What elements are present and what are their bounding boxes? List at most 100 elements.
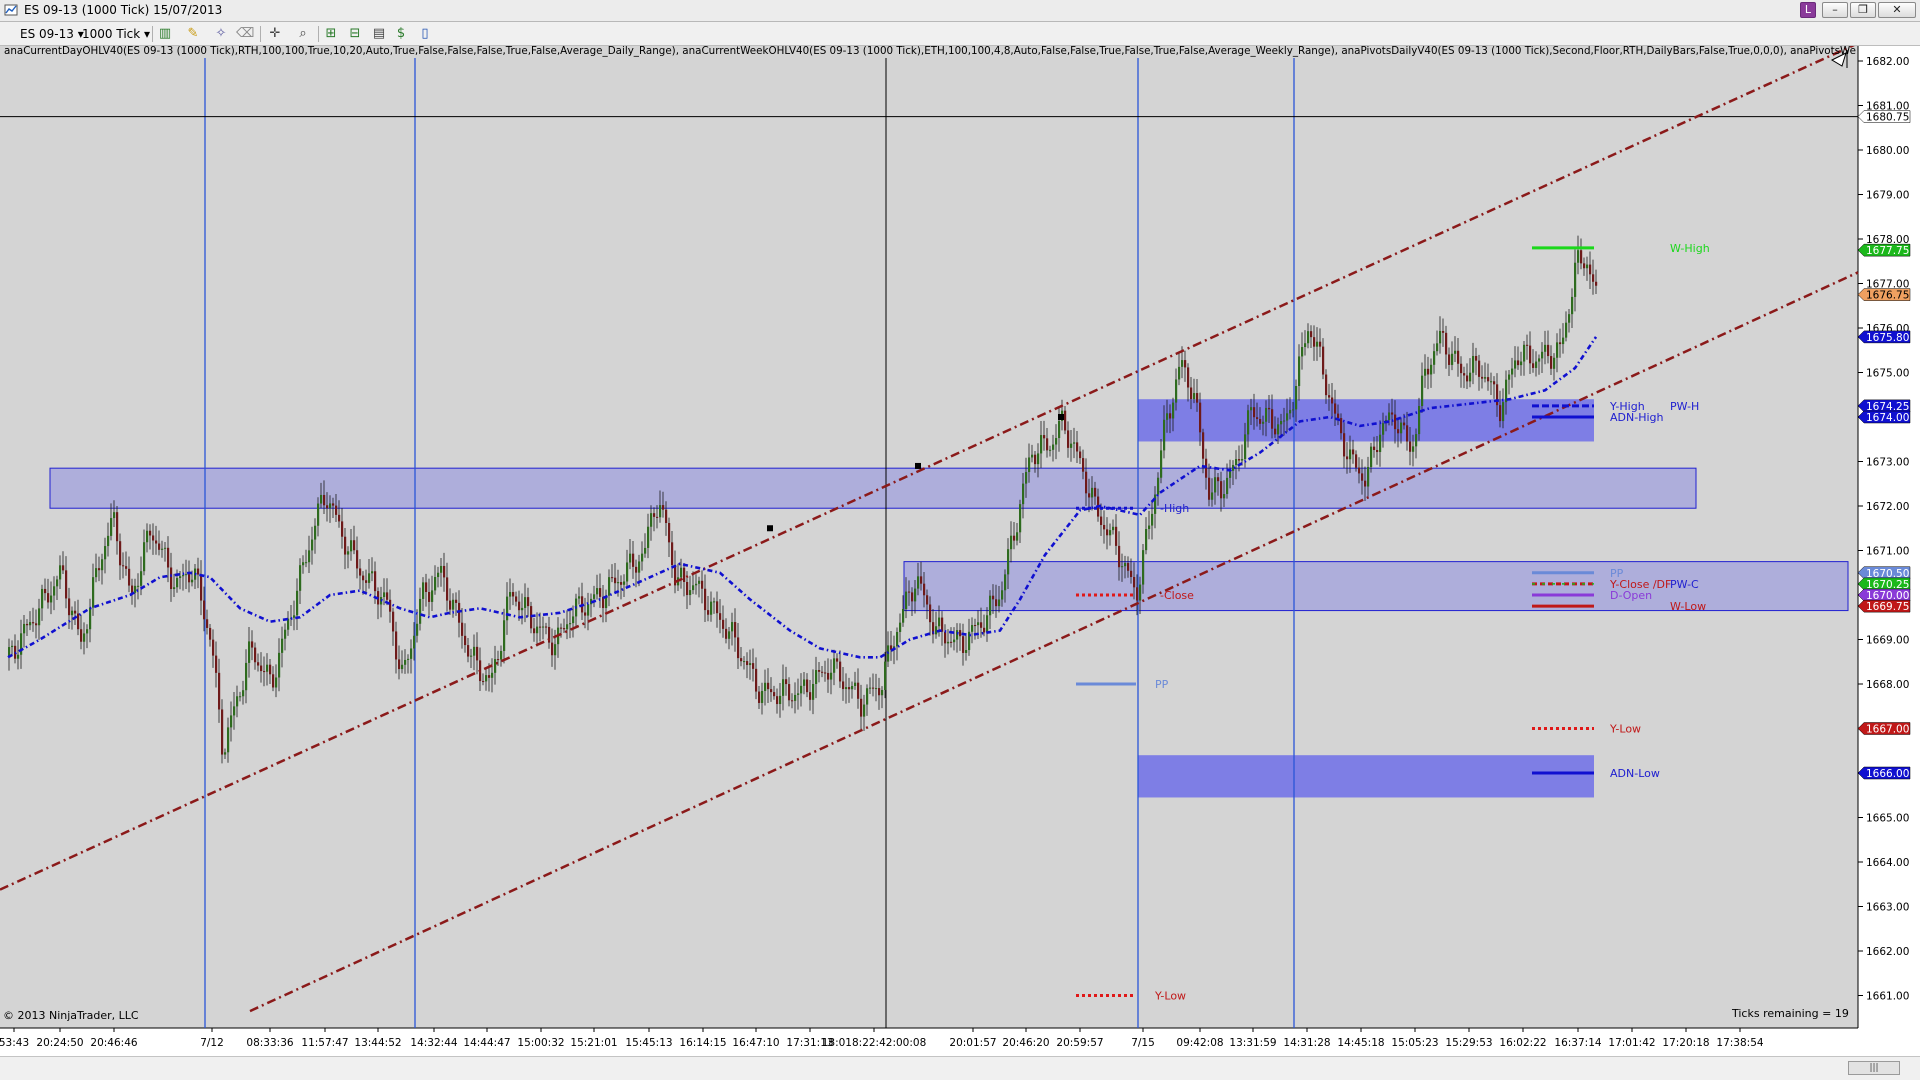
maximize-button[interactable]: ❐ bbox=[1850, 2, 1876, 18]
price-bar-up bbox=[1277, 424, 1280, 435]
level-label: Y-Low bbox=[1609, 723, 1641, 736]
pencil-icon[interactable]: ✎ bbox=[184, 25, 202, 43]
price-bar-down bbox=[1220, 481, 1223, 499]
weekly-range-zone[interactable] bbox=[49, 467, 1697, 509]
price-bar-down bbox=[1133, 577, 1136, 588]
price-bar-up bbox=[140, 571, 143, 586]
magic-wand-icon[interactable]: ✧ bbox=[212, 25, 230, 43]
zoom-icon[interactable]: ⌕ bbox=[294, 25, 312, 43]
strategies-icon[interactable]: ⊟ bbox=[346, 25, 364, 43]
price-bar-up bbox=[1073, 442, 1076, 444]
price-bar-up bbox=[803, 679, 806, 686]
price-bar-down bbox=[200, 574, 203, 601]
price-bar-down bbox=[656, 516, 659, 518]
crosshair-icon[interactable]: ✛ bbox=[266, 25, 284, 43]
trend-anchor-handle[interactable] bbox=[767, 525, 773, 532]
price-bar-down bbox=[842, 681, 845, 690]
price-marker[interactable]: 1677.75 bbox=[1857, 243, 1911, 257]
minimize-button[interactable]: – bbox=[1822, 2, 1848, 18]
price-bar-down bbox=[1532, 363, 1535, 368]
price-bar-down bbox=[254, 647, 257, 663]
price-marker[interactable]: 1680.75 bbox=[1857, 110, 1911, 124]
price-bar-down bbox=[1259, 419, 1262, 424]
copyright-text: © 2013 NinjaTrader, LLC bbox=[3, 1009, 139, 1022]
data-box-icon[interactable]: ▯ bbox=[416, 25, 434, 43]
price-bar-down bbox=[611, 577, 614, 579]
price-bar-up bbox=[1520, 361, 1523, 366]
price-bar-down bbox=[1103, 524, 1106, 530]
window-title: ES 09-13 (1000 Tick) 15/07/2013 bbox=[24, 3, 223, 17]
price-bar-up bbox=[38, 608, 41, 626]
price-bar-up bbox=[569, 623, 572, 625]
price-bar-up bbox=[431, 590, 434, 602]
plot-area[interactable] bbox=[0, 46, 1858, 1028]
trend-anchor-handle[interactable] bbox=[915, 462, 921, 469]
time-tick-label: 7/15 bbox=[1131, 1037, 1155, 1049]
price-bar-up bbox=[17, 654, 20, 659]
trend-anchor-handle[interactable] bbox=[1058, 414, 1064, 420]
price-bar-down bbox=[839, 661, 842, 682]
price-bar-up bbox=[416, 623, 419, 636]
price-marker[interactable]: 1667.00 bbox=[1857, 722, 1911, 736]
price-bar-down bbox=[77, 613, 80, 630]
price-bar-up bbox=[1298, 356, 1301, 387]
price-bar-up bbox=[104, 546, 107, 560]
link-button[interactable]: L bbox=[1800, 2, 1816, 18]
price-bar-up bbox=[782, 679, 785, 696]
price-bar-down bbox=[1580, 250, 1583, 264]
price-bar-up bbox=[191, 579, 194, 583]
price-bar-up bbox=[224, 752, 227, 755]
properties-icon[interactable]: ▤ bbox=[370, 25, 388, 43]
price-bar-up bbox=[800, 685, 803, 694]
price-bar-down bbox=[767, 682, 770, 690]
price-bar-up bbox=[107, 535, 110, 547]
bars-icon[interactable]: ▥ bbox=[156, 25, 174, 43]
close-button[interactable]: ✕ bbox=[1878, 2, 1916, 18]
price-bar-down bbox=[707, 610, 710, 615]
price-marker[interactable]: 1676.75 bbox=[1857, 288, 1911, 302]
price-bar-up bbox=[854, 682, 857, 686]
adn-low-zone[interactable] bbox=[1138, 755, 1594, 798]
eraser-icon[interactable]: ⌫ bbox=[236, 25, 254, 43]
scrollbar-thumb[interactable]: ||| bbox=[1848, 1061, 1900, 1075]
price-bar-down bbox=[752, 663, 755, 669]
price-chart[interactable]: W-HighY-High PW-HADN-HighPPY-Close /DFPW-… bbox=[0, 46, 1920, 1056]
instrument-selector[interactable]: ES 09-13 ▾ bbox=[20, 25, 84, 43]
ticks-remaining: Ticks remaining = 19 bbox=[1731, 1007, 1849, 1020]
price-bar-down bbox=[1445, 332, 1448, 355]
price-bar-up bbox=[407, 658, 410, 660]
price-bar-up bbox=[1229, 470, 1232, 478]
dollar-icon[interactable]: $ bbox=[392, 25, 410, 43]
price-marker[interactable]: 1666.00 bbox=[1857, 766, 1911, 780]
price-bar-up bbox=[245, 662, 248, 691]
price-bar-down bbox=[1187, 367, 1190, 388]
horizontal-scrollbar[interactable]: ||| bbox=[0, 1056, 1920, 1080]
price-bar-down bbox=[1094, 487, 1097, 497]
price-bar-down bbox=[374, 571, 377, 592]
price-marker[interactable]: 1669.75 bbox=[1857, 599, 1911, 613]
price-bar-up bbox=[248, 641, 251, 663]
price-bar-up bbox=[113, 512, 116, 519]
price-bar-up bbox=[311, 539, 314, 551]
price-bar-down bbox=[725, 628, 728, 639]
price-bar-down bbox=[389, 599, 392, 612]
price-bar-up bbox=[242, 690, 245, 697]
price-bar-up bbox=[629, 553, 632, 563]
interval-selector[interactable]: 1000 Tick ▾ bbox=[82, 25, 150, 43]
price-bar-up bbox=[1031, 454, 1034, 458]
price-bar-down bbox=[785, 679, 788, 685]
price-bar-down bbox=[1190, 387, 1193, 400]
price-bar-up bbox=[902, 608, 905, 623]
pivot-zone[interactable] bbox=[903, 561, 1849, 612]
adn-high-zone[interactable] bbox=[1138, 399, 1594, 442]
price-bar-down bbox=[683, 567, 686, 582]
price-marker-label: 1674.00 bbox=[1866, 412, 1909, 424]
indicators-icon[interactable]: ⊞ bbox=[322, 25, 340, 43]
time-tick-label: 08:33:36 bbox=[246, 1037, 293, 1049]
price-bar-up bbox=[851, 685, 854, 690]
price-bar-up bbox=[1280, 421, 1283, 425]
price-bar-down bbox=[1310, 331, 1313, 338]
price-bar-down bbox=[614, 577, 617, 584]
price-marker[interactable]: 1674.00 bbox=[1857, 410, 1911, 424]
price-marker[interactable]: 1675.80 bbox=[1857, 330, 1911, 344]
